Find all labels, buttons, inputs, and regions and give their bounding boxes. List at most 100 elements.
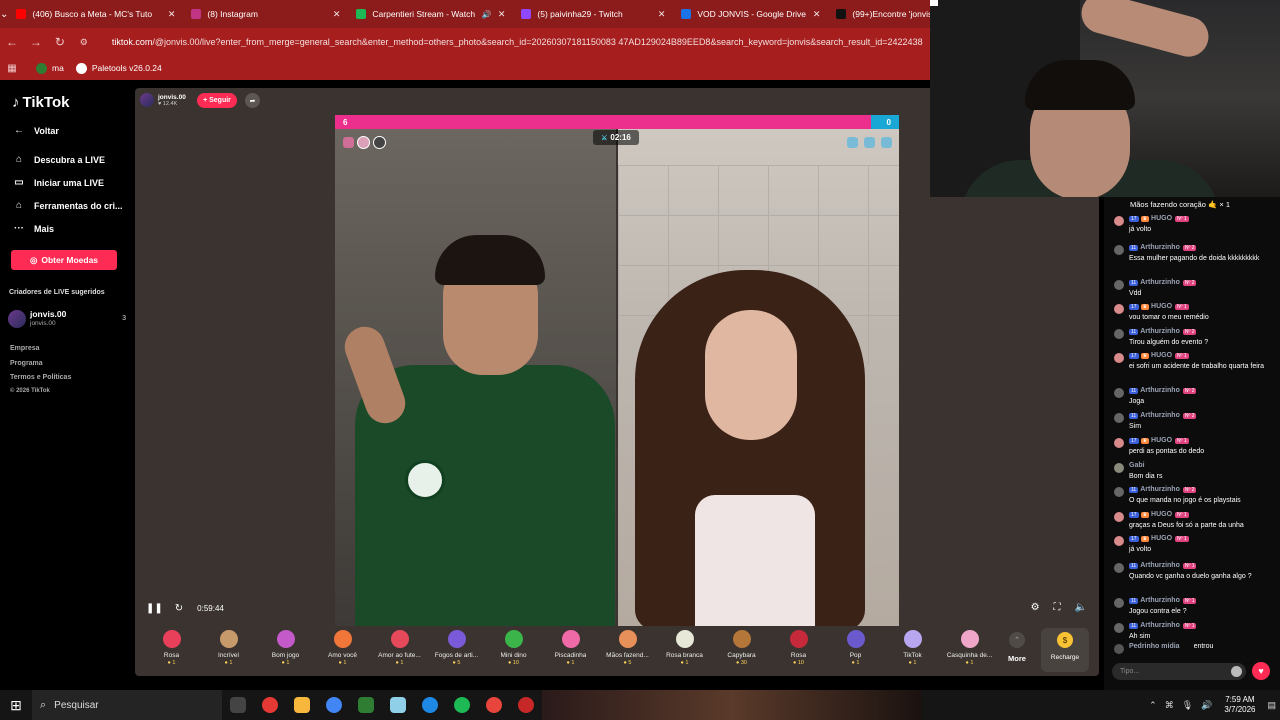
- task-view-icon[interactable]: [230, 697, 246, 713]
- settings-icon[interactable]: ⚙: [1031, 602, 1040, 613]
- chat-username[interactable]: HUGO: [1151, 215, 1172, 222]
- gift-item[interactable]: Bom jogo ● 1: [257, 627, 314, 673]
- app-icon[interactable]: [390, 697, 406, 713]
- close-tab-icon[interactable]: ✕: [658, 9, 666, 20]
- browser-tab[interactable]: (8) Instagram ✕: [183, 0, 348, 28]
- chat-username[interactable]: Arthurzinho: [1140, 622, 1180, 629]
- site-info-icon[interactable]: ⚙: [72, 37, 96, 48]
- footer-link[interactable]: Termos e Políticas: [10, 374, 71, 381]
- avatar[interactable]: [1114, 245, 1124, 255]
- chevron-up-icon[interactable]: ⌃: [1149, 700, 1157, 711]
- sidebar-item[interactable]: ⌂ Ferramentas do cri...: [12, 200, 123, 211]
- gift-item[interactable]: Amo você ● 1: [314, 627, 371, 673]
- supporter-avatar[interactable]: [373, 136, 386, 149]
- sidebar-item[interactable]: ⌂ Descubra a LIVE: [12, 154, 105, 165]
- gift-item[interactable]: Mãos fazend... ● 5: [599, 627, 656, 673]
- gift-item[interactable]: Capybara ● 30: [713, 627, 770, 673]
- gift-item[interactable]: Rosa ● 1: [143, 627, 200, 673]
- chat-username[interactable]: Arthurzinho: [1140, 412, 1180, 419]
- gift-item[interactable]: Rosa branca ● 1: [656, 627, 713, 673]
- avatar[interactable]: [1114, 463, 1124, 473]
- tiktok-logo[interactable]: ♪ TikTok: [12, 94, 69, 111]
- avatar[interactable]: [1114, 623, 1124, 633]
- back-link[interactable]: ← Voltar: [12, 125, 59, 136]
- chrome-profile-icon[interactable]: [486, 697, 502, 713]
- battle-video[interactable]: 6 0 ⚔ 02:16: [335, 115, 899, 626]
- avatar[interactable]: [1114, 280, 1124, 290]
- chat-username[interactable]: Gabi: [1129, 462, 1145, 469]
- follow-button[interactable]: + Seguir: [197, 93, 237, 108]
- gift-item[interactable]: Casquinha de... ● 1: [941, 627, 998, 673]
- browser-tab[interactable]: (99+)Encontre 'jonvis' no: [828, 0, 943, 28]
- share-icon[interactable]: ➦: [245, 93, 260, 108]
- gift-item[interactable]: Rosa ● 10: [770, 627, 827, 673]
- gift-item[interactable]: Piscadinha ● 1: [542, 627, 599, 673]
- more-gifts-button[interactable]: ⌃ More: [1002, 627, 1032, 673]
- footer-link[interactable]: Programa: [10, 360, 43, 367]
- bookmark[interactable]: ma: [36, 62, 64, 74]
- close-tab-icon[interactable]: ✕: [333, 9, 341, 20]
- sidebar-item[interactable]: ··· Mais: [12, 223, 54, 234]
- spotify-icon[interactable]: [454, 697, 470, 713]
- chat-username[interactable]: Arthurzinho: [1140, 597, 1180, 604]
- chat-username[interactable]: HUGO: [1151, 511, 1172, 518]
- fullscreen-icon[interactable]: ⛶: [1054, 602, 1061, 613]
- streamer-chip[interactable]: jonvis.00 ♥ 12.4K: [140, 93, 186, 107]
- sidebar-item[interactable]: ▭ Iniciar uma LIVE: [12, 177, 104, 188]
- avatar[interactable]: [1114, 487, 1124, 497]
- forward-icon[interactable]: →: [24, 35, 48, 49]
- chat-username[interactable]: HUGO: [1151, 303, 1172, 310]
- chat-username[interactable]: Arthurzinho: [1140, 328, 1180, 335]
- avatar[interactable]: [1114, 563, 1124, 573]
- speaker-icon[interactable]: 🔊: [482, 10, 492, 19]
- browser-tab[interactable]: VOD JONVIS - Google Drive ✕: [673, 0, 828, 28]
- edge-icon[interactable]: [422, 697, 438, 713]
- reload-icon[interactable]: ↻: [48, 35, 72, 49]
- browser-tab[interactable]: (406) Busco a Meta - MC's Tuto ✕: [8, 0, 183, 28]
- chrome-icon[interactable]: [326, 697, 342, 713]
- gift-item[interactable]: Fogos de arti... ● 5: [428, 627, 485, 673]
- bookmark[interactable]: Paletools v26.0.24: [75, 62, 162, 74]
- avatar[interactable]: [1114, 304, 1124, 314]
- chat-username[interactable]: Arthurzinho: [1140, 279, 1180, 286]
- avatar[interactable]: [1114, 216, 1124, 226]
- gift-item[interactable]: Amor ao fute... ● 1: [371, 627, 428, 673]
- heart-button[interactable]: ♥: [1252, 662, 1270, 680]
- avatar[interactable]: [1114, 512, 1124, 522]
- chat-username[interactable]: Arthurzinho: [1140, 387, 1180, 394]
- avatar[interactable]: [1114, 353, 1124, 363]
- network-icon[interactable]: ⌘: [1165, 700, 1174, 711]
- app-icon[interactable]: [262, 697, 278, 713]
- chat-username[interactable]: Arthurzinho: [1140, 486, 1180, 493]
- gift-item[interactable]: Pop ● 1: [827, 627, 884, 673]
- browser-tab[interactable]: (5) paivinha29 - Twitch ✕: [513, 0, 673, 28]
- join-username[interactable]: Pedrinho mídia: [1129, 643, 1180, 650]
- browser-tab[interactable]: Carpentieri Stream - Watch 🔊 ✕: [348, 0, 513, 28]
- gift-item[interactable]: TikTok ● 1: [884, 627, 941, 673]
- apps-icon[interactable]: ▦: [0, 63, 24, 74]
- chat-username[interactable]: HUGO: [1151, 437, 1172, 444]
- obs-icon[interactable]: [518, 697, 534, 713]
- app-icon[interactable]: [358, 697, 374, 713]
- volume-icon[interactable]: 🔈: [1075, 602, 1087, 613]
- close-tab-icon[interactable]: ✕: [813, 9, 821, 20]
- avatar[interactable]: [1114, 329, 1124, 339]
- clock[interactable]: 7:59 AM 3/7/2026: [1224, 695, 1255, 715]
- back-icon[interactable]: ←: [0, 35, 24, 49]
- refresh-icon[interactable]: ↻: [175, 603, 183, 614]
- tab-search-icon[interactable]: ⌄: [0, 0, 8, 28]
- notification-icon[interactable]: ▤: [1267, 700, 1276, 711]
- gift-item[interactable]: Mini dino ● 10: [485, 627, 542, 673]
- avatar[interactable]: [1114, 413, 1124, 423]
- mic-icon[interactable]: 🎙: [1182, 700, 1193, 711]
- chat-username[interactable]: Arthurzinho: [1140, 562, 1180, 569]
- supporter-avatar[interactable]: [357, 136, 370, 149]
- footer-link[interactable]: Empresa: [10, 345, 40, 352]
- address-bar[interactable]: tiktok.com/@jonvis.00/live?enter_from_me…: [112, 37, 930, 47]
- close-tab-icon[interactable]: ✕: [168, 9, 176, 20]
- volume-icon[interactable]: 🔊: [1201, 700, 1212, 711]
- file-explorer-icon[interactable]: [294, 697, 310, 713]
- pause-icon[interactable]: ❚❚: [146, 603, 163, 614]
- close-tab-icon[interactable]: ✕: [498, 9, 506, 20]
- suggested-creator[interactable]: jonvis.00 jonvis.00 3: [8, 308, 130, 330]
